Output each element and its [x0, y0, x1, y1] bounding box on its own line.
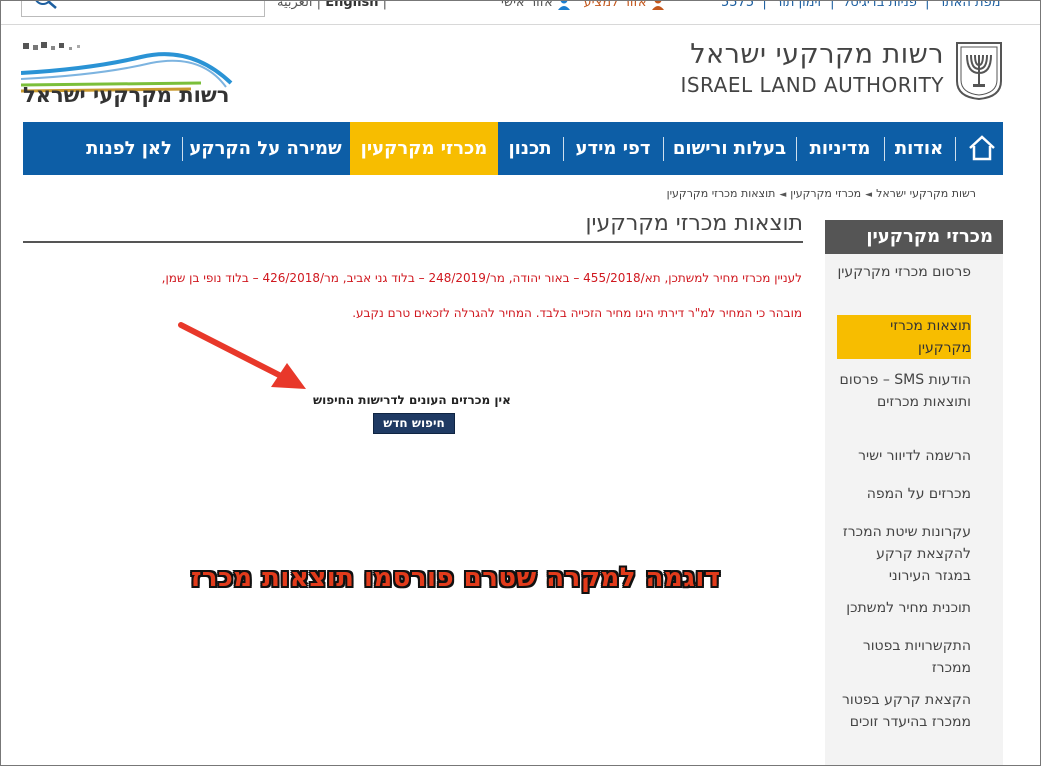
search-icon[interactable]: [32, 0, 58, 12]
nav-item-land-tenders[interactable]: מכרזי מקרקעין: [350, 122, 498, 175]
sidebar-item-exempt-contracts[interactable]: התקשרויות בפטור ממכרז: [837, 635, 971, 679]
sidebar-item-exempt-allocation[interactable]: הקצאת קרקע בפטור ממכרז בהיעדר זוכים: [837, 689, 971, 733]
nav-item-land-protection[interactable]: שמירה על הקרקע: [183, 122, 348, 175]
sidebar-item-publish-tenders[interactable]: פרסום מכרזי מקרקעין: [837, 261, 971, 283]
nav-item-about[interactable]: אודות: [885, 122, 953, 175]
sidebar-item-map[interactable]: מכרזים על המפה: [837, 483, 971, 505]
nav-separator: [563, 137, 564, 161]
ila-title-english[interactable]: ISRAEL LAND AUTHORITY: [680, 73, 944, 97]
page-title: תוצאות מכרזי מקרקעין: [23, 209, 803, 243]
breadcrumb-arrow-icon: ◄: [865, 190, 873, 200]
home-icon[interactable]: [967, 134, 997, 162]
tenders-area-link[interactable]: אזור למציע: [579, 1, 664, 10]
link-digital[interactable]: פניות בדיגיטל: [843, 1, 917, 10]
nav-separator: [884, 137, 885, 161]
tender-notice: לעניין מכרזי מחיר למשתכן, תא/455/2018 – …: [161, 271, 802, 285]
nav-item-policy[interactable]: מדיניות: [797, 122, 883, 175]
nav-item-ownership[interactable]: בעלות ורישום: [664, 122, 795, 175]
no-results-message: אין מכרזים העונים לדרישות החיפוש: [313, 393, 511, 407]
breadcrumb: רשות מקרקעי ישראל◄מכרזי מקרקעין◄תוצאות מ…: [667, 187, 976, 200]
top-search-input[interactable]: [21, 0, 265, 17]
sidebar-item-sms[interactable]: הודעות SMS – פרסום ותוצאות מכרזים: [837, 369, 971, 413]
user-icon: [558, 1, 571, 10]
sidebar-item-price-program[interactable]: תוכנית מחיר למשתכן: [837, 597, 971, 619]
language-links: | English | العربية: [277, 1, 387, 10]
lang-arabic-link[interactable]: العربية: [277, 1, 313, 10]
nav-item-info-pages[interactable]: דפי מידע: [564, 122, 662, 175]
link-phone[interactable]: 5575: [721, 1, 754, 10]
lang-english-link[interactable]: English: [325, 1, 378, 10]
main-navigation: אודות מדיניות בעלות ורישום דפי מידע תכנו…: [23, 122, 1003, 175]
top-personal-links: אזור למציע אזור אישי: [501, 1, 665, 10]
annotation-arrow-icon: [178, 322, 306, 389]
breadcrumb-item[interactable]: רשות מקרקעי ישראל: [876, 187, 976, 200]
breadcrumb-item[interactable]: מכרזי מקרקעין: [790, 187, 861, 200]
breadcrumb-arrow-icon: ◄: [779, 190, 787, 200]
ila-title-hebrew[interactable]: רשות מקרקעי ישראל: [690, 39, 944, 70]
nav-separator: [955, 137, 956, 161]
sidebar-item-mailing[interactable]: הרשמה לדיוור ישיר: [837, 445, 971, 467]
personal-area-link[interactable]: אזור אישי: [501, 1, 571, 10]
nav-separator: [663, 137, 664, 161]
nav-separator: [796, 137, 797, 161]
sidebar: מכרזי מקרקעין פרסום מכרזי מקרקעין תוצאות…: [825, 220, 1003, 765]
nav-item-planning[interactable]: תכנון: [498, 122, 562, 175]
annotation-caption: דוגמה למקרה שטרם פורסמו תוצאות מכרז: [191, 563, 721, 593]
state-emblem-icon: [956, 42, 1002, 101]
sidebar-item-tender-results[interactable]: תוצאות מכרזי מקרקעין: [837, 315, 971, 359]
price-notice: מובהר כי המחיר למ"ר דירתי הינו מחיר הזכי…: [352, 306, 802, 320]
bidder-icon: [651, 1, 664, 10]
new-search-button[interactable]: חיפוש חדש: [373, 413, 455, 434]
nav-item-contact[interactable]: לאן לפנות: [78, 122, 180, 175]
sidebar-title[interactable]: מכרזי מקרקעין: [825, 220, 1003, 254]
ila-logo-text[interactable]: רשות מקרקעי ישראל: [23, 83, 229, 107]
top-utility-bar: | English | العربية אזור למציע אזור אישי…: [1, 0, 1040, 25]
top-quick-links: מפת האתר | פניות בדיגיטל | זימון תור | 5…: [721, 1, 1001, 10]
sidebar-item-principles[interactable]: עקרונות שיטת המכרז להקצאת קרקע במגזר העי…: [837, 521, 971, 587]
breadcrumb-item: תוצאות מכרזי מקרקעין: [666, 187, 776, 200]
link-site-map[interactable]: מפת האתר: [938, 1, 1001, 10]
nav-separator: [182, 137, 183, 161]
link-appointment[interactable]: זימון תור: [775, 1, 822, 10]
page-frame: | English | العربية אזור למציע אזור אישי…: [0, 0, 1041, 766]
